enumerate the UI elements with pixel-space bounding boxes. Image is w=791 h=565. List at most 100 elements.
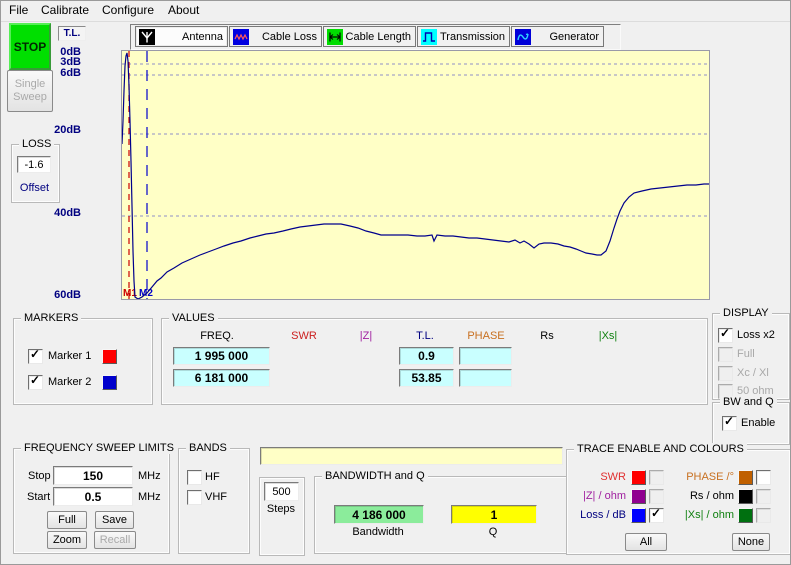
trace-xs-swatch[interactable] — [738, 508, 753, 523]
trace-swr-swatch[interactable] — [631, 470, 646, 485]
frequency-entry-field[interactable] — [260, 447, 563, 465]
display-lossx2-label: Loss x2 — [737, 329, 775, 341]
full-button[interactable]: Full — [47, 511, 87, 529]
marker2-color-swatch[interactable] — [102, 375, 117, 390]
marker2-label: Marker 2 — [48, 376, 91, 388]
marker2-checkbox[interactable] — [28, 375, 43, 390]
header-tl: T.L. — [395, 330, 455, 342]
header-xs: |Xs| — [578, 330, 638, 342]
trace-rs-checkbox[interactable] — [756, 489, 771, 504]
loss-trace — [122, 53, 709, 299]
axis-label-6db: 6dB — [41, 67, 81, 79]
zoom-button[interactable]: Zoom — [47, 531, 87, 549]
chart-svg: M1M2 — [122, 51, 709, 299]
display-full-checkbox[interactable] — [718, 347, 733, 362]
menu-file[interactable]: File — [3, 1, 34, 20]
bandwidth-value-field: 4 186 000 — [334, 505, 424, 524]
band-vhf-checkbox[interactable] — [187, 490, 202, 505]
band-hf-label: HF — [205, 471, 220, 483]
loss-offset-label: Offset — [11, 182, 58, 194]
q-value-field: 1 — [451, 505, 537, 524]
trace-group-title: TRACE ENABLE AND COLOURS — [574, 443, 747, 455]
stop-freq-unit: MHz — [138, 470, 161, 482]
bandwidth-label: Bandwidth — [334, 526, 422, 538]
loss-group: LOSS — [11, 144, 60, 203]
header-z: |Z| — [336, 330, 396, 342]
tab-cable-length[interactable]: Cable Length — [323, 26, 416, 47]
trace-loss-label: Loss / dB — [566, 509, 626, 521]
tl-marker2-field: 53.85 — [399, 369, 454, 387]
tab-transmission-label: Transmission — [437, 31, 505, 43]
all-button[interactable]: All — [625, 533, 667, 551]
tab-generator[interactable]: Generator — [511, 26, 604, 47]
single-sweep-label-2: Sweep — [13, 91, 47, 104]
trace-swr-checkbox[interactable] — [649, 470, 664, 485]
trace-z-label: |Z| / ohm — [566, 490, 626, 502]
menu-calibrate[interactable]: Calibrate — [35, 1, 95, 20]
none-button[interactable]: None — [732, 533, 770, 551]
sweep-group-title: FREQUENCY SWEEP LIMITS — [21, 442, 177, 454]
steps-field[interactable]: 500 — [264, 482, 299, 501]
markers-group-title: MARKERS — [21, 312, 81, 324]
bwq-group-title: BW and Q — [720, 396, 777, 408]
menu-bar: File Calibrate Configure About — [1, 1, 790, 22]
start-freq-field[interactable]: 0.5 — [53, 487, 133, 506]
stop-freq-label: Stop — [28, 470, 51, 482]
trace-phase-label: PHASE /° — [664, 471, 734, 483]
tab-generator-label: Generator — [531, 31, 599, 43]
bwq-enable-label: Enable — [741, 417, 775, 429]
start-freq-unit: MHz — [138, 491, 161, 503]
header-phase: PHASE — [456, 330, 516, 342]
steps-label: Steps — [259, 503, 303, 515]
phase-marker2-field — [459, 369, 512, 387]
tab-transmission[interactable]: Transmission — [417, 26, 510, 47]
recall-button[interactable]: Recall — [94, 531, 136, 549]
tab-antenna[interactable]: Antenna — [135, 26, 228, 47]
display-xcxl-label: Xc / Xl — [737, 367, 769, 379]
band-hf-checkbox[interactable] — [187, 470, 202, 485]
display-lossx2-checkbox[interactable] — [718, 328, 733, 343]
trace-loss-checkbox[interactable] — [649, 508, 664, 523]
chart-canvas[interactable]: M1M2 — [121, 50, 710, 300]
loss-group-title: LOSS — [19, 138, 54, 150]
trace-phase-swatch[interactable] — [738, 470, 753, 485]
freq-marker2-field[interactable]: 6 181 000 — [173, 369, 270, 387]
menu-configure[interactable]: Configure — [96, 1, 160, 20]
menu-about[interactable]: About — [162, 1, 205, 20]
axis-label-40db: 40dB — [41, 207, 81, 219]
display-xcxl-checkbox[interactable] — [718, 366, 733, 381]
app-window: File Calibrate Configure About STOP Sing… — [0, 0, 791, 565]
save-button[interactable]: Save — [95, 511, 134, 529]
tl-marker1-field: 0.9 — [399, 347, 454, 365]
loss-offset-field[interactable]: -1.6 — [17, 156, 51, 173]
tab-cable-loss[interactable]: Cable Loss — [229, 26, 322, 47]
trace-swr-label: SWR — [566, 471, 626, 483]
bwq-enable-checkbox[interactable] — [722, 416, 737, 431]
marker1-color-swatch[interactable] — [102, 349, 117, 364]
trace-rs-label: Rs / ohm — [664, 490, 734, 502]
q-label: Q — [451, 526, 535, 538]
start-freq-label: Start — [27, 491, 50, 503]
cable-loss-icon — [233, 29, 249, 45]
tab-cable-length-label: Cable Length — [343, 31, 411, 43]
stop-freq-field[interactable]: 150 — [53, 466, 133, 485]
values-group-title: VALUES — [169, 312, 218, 324]
cable-length-icon — [327, 29, 343, 45]
trace-xs-label: |Xs| / ohm — [664, 509, 734, 521]
header-freq: FREQ. — [187, 330, 247, 342]
tl-indicator: T.L. — [58, 26, 86, 41]
tab-cable-loss-label: Cable Loss — [249, 31, 317, 43]
bandwidth-group-title: BANDWIDTH and Q — [322, 470, 428, 482]
trace-rs-swatch[interactable] — [738, 489, 753, 504]
tab-strip: Antenna Cable Loss Cable Length — [130, 24, 621, 50]
trace-loss-swatch[interactable] — [631, 508, 646, 523]
axis-label-60db: 60dB — [41, 289, 81, 301]
generator-icon — [515, 29, 531, 45]
trace-xs-checkbox[interactable] — [756, 508, 771, 523]
marker1-checkbox[interactable] — [28, 349, 43, 364]
freq-marker1-field[interactable]: 1 995 000 — [173, 347, 270, 365]
trace-z-checkbox[interactable] — [649, 489, 664, 504]
trace-z-swatch[interactable] — [631, 489, 646, 504]
antenna-icon — [139, 29, 155, 45]
trace-phase-checkbox[interactable] — [756, 470, 771, 485]
